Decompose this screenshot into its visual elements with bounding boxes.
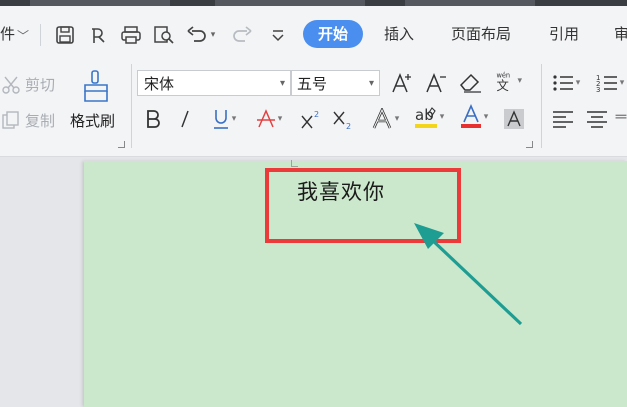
annotation-arrow (414, 223, 523, 326)
annotation-arrow-shaft (428, 236, 523, 326)
